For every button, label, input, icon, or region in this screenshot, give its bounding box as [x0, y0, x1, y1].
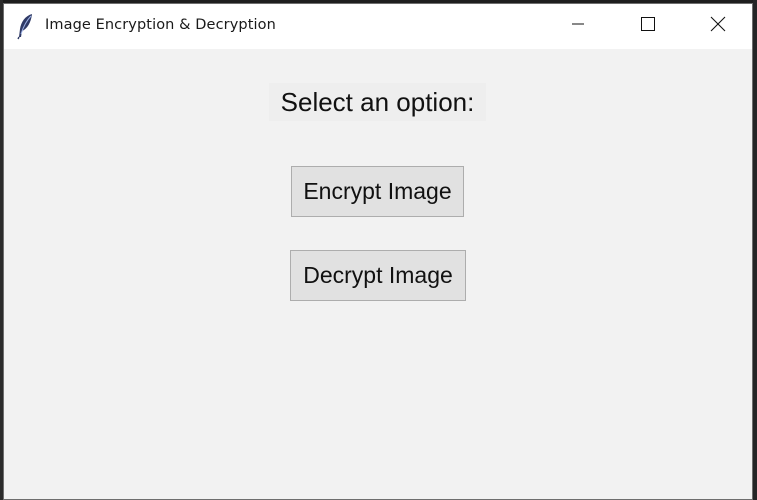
app-window: Image Encryption & Decryption Select an …	[3, 3, 753, 500]
select-option-label: Select an option:	[269, 83, 486, 121]
encrypt-image-button[interactable]: Encrypt Image	[291, 166, 464, 217]
background-editor-edge-right	[753, 0, 757, 500]
feather-icon	[16, 12, 36, 40]
minimize-button[interactable]	[543, 4, 613, 49]
minimize-icon	[570, 16, 586, 37]
window-title: Image Encryption & Decryption	[45, 17, 276, 33]
maximize-button[interactable]	[613, 4, 683, 49]
close-button[interactable]	[683, 4, 753, 49]
maximize-icon	[640, 16, 656, 37]
main-content: Select an option: Encrypt Image Decrypt …	[4, 49, 752, 499]
title-bar[interactable]: Image Encryption & Decryption	[4, 4, 752, 49]
close-icon	[710, 16, 726, 37]
decrypt-image-button[interactable]: Decrypt Image	[290, 250, 466, 301]
